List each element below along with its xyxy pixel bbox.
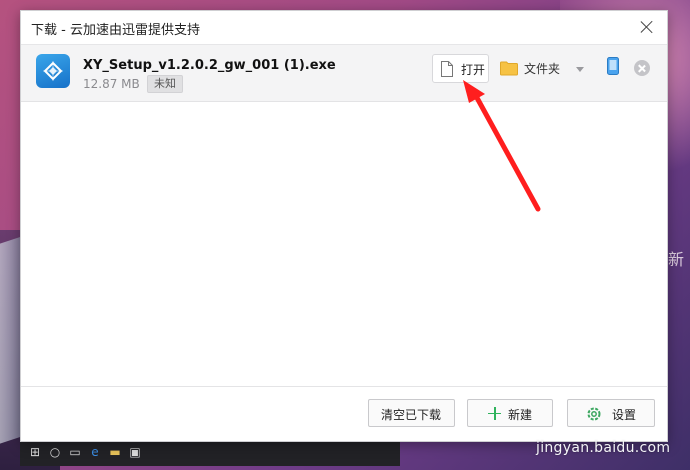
app-icon [36, 54, 70, 88]
download-item-row[interactable]: XY_Setup_v1.2.0.2_gw_001 (1).exe 12.87 M… [21, 44, 667, 102]
folder-button[interactable]: 文件夹 [497, 54, 592, 83]
new-download-button[interactable]: 新建 [467, 399, 553, 427]
status-badge: 未知 [147, 75, 183, 93]
phone-icon[interactable] [606, 56, 620, 76]
settings-button[interactable]: 设置 [567, 399, 655, 427]
file-icon [441, 61, 453, 77]
folder-icon [500, 61, 518, 76]
download-dialog: 下载 - 云加速由迅雷提供支持 XY_Setup_v1.2.0.2_gw_001… [20, 10, 668, 442]
watermark: jingyan.baidu.com [536, 440, 671, 456]
open-button-label: 打开 [461, 63, 486, 77]
taskbar-search-icon[interactable]: ○ [48, 445, 62, 459]
background-text: 新 [668, 250, 685, 269]
new-download-label: 新建 [508, 408, 533, 422]
taskbar-edge-icon[interactable]: e [88, 445, 102, 459]
window-title: 下载 - 云加速由迅雷提供支持 [31, 23, 200, 38]
close-icon[interactable] [637, 17, 657, 37]
title-bar: 下载 - 云加速由迅雷提供支持 [21, 11, 667, 43]
chevron-down-icon[interactable] [576, 67, 584, 72]
file-size: 12.87 MB [83, 77, 140, 91]
windows-start-icon[interactable]: ⊞ [28, 445, 42, 459]
plus-icon [488, 407, 501, 420]
app-logo-icon [43, 61, 63, 81]
remove-icon[interactable] [634, 60, 650, 76]
dialog-footer: 清空已下载 新建 设置 [21, 386, 667, 441]
open-button[interactable]: 打开 [432, 54, 489, 83]
taskbar-explorer-icon[interactable]: ▬ [108, 445, 122, 459]
file-name: XY_Setup_v1.2.0.2_gw_001 (1).exe [83, 58, 336, 73]
wallpaper-laptop-edge [0, 236, 22, 444]
gear-icon [587, 407, 601, 421]
settings-label: 设置 [612, 408, 637, 422]
taskbar-store-icon[interactable]: ▣ [128, 445, 142, 459]
taskbar-taskview-icon[interactable]: ▭ [68, 445, 82, 459]
folder-button-label: 文件夹 [524, 62, 561, 76]
clear-downloaded-button[interactable]: 清空已下载 [368, 399, 455, 427]
clear-downloaded-label: 清空已下载 [381, 408, 442, 422]
